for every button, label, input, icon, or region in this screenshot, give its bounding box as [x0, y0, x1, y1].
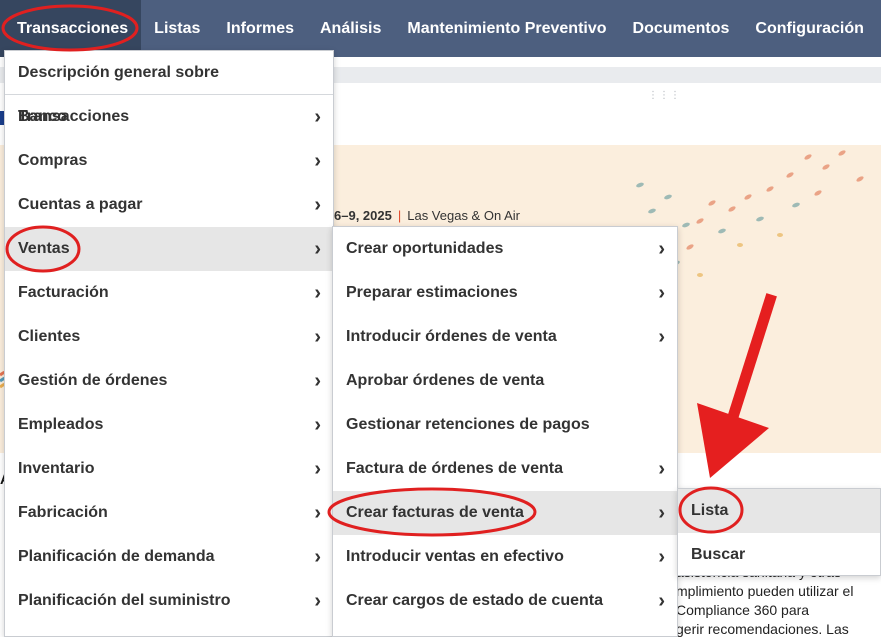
menu-overview-link[interactable]: Descripción general sobre Transacciones	[5, 51, 333, 125]
menu-item-label: Planificación de demanda	[18, 548, 215, 565]
chevron-right-icon: ›	[314, 282, 321, 304]
chevron-right-icon: ›	[314, 194, 321, 216]
menu-item-inventario[interactable]: Inventario ›	[5, 447, 333, 491]
menu-item-label: Inventario	[18, 460, 95, 477]
menu-item-label: Facturación	[18, 284, 109, 301]
menu-item-label: Planificación del suministro	[18, 592, 231, 609]
menu-item-label: Clientes	[18, 328, 81, 345]
menu-item-fabricacion[interactable]: Fabricación ›	[5, 491, 333, 535]
menu-item-aprobar-ordenes-de-venta[interactable]: Aprobar órdenes de venta	[333, 359, 677, 403]
chevron-right-icon: ›	[658, 238, 665, 260]
menu-item-factura-de-ordenes-de-venta[interactable]: Factura de órdenes de venta ›	[333, 447, 677, 491]
menu-item-empleados[interactable]: Empleados ›	[5, 403, 333, 447]
menu-item-crear-oportunidades[interactable]: Crear oportunidades ›	[333, 227, 677, 271]
menu-item-label: Introducir ventas en efectivo	[346, 548, 564, 565]
menu-item-label: Factura de órdenes de venta	[346, 460, 563, 477]
chevron-right-icon: ›	[314, 458, 321, 480]
body-line: Compliance 360 para	[676, 602, 810, 618]
main-navbar: Transacciones Listas Informes Análisis M…	[0, 0, 881, 57]
chevron-right-icon: ›	[314, 370, 321, 392]
menu-item-label: Gestión de órdenes	[18, 372, 168, 389]
menu-item-gestionar-retenciones-de-pagos[interactable]: Gestionar retenciones de pagos	[333, 403, 677, 447]
menu-item-label: Crear facturas de venta	[346, 504, 524, 521]
nav-analisis[interactable]: Análisis	[307, 0, 394, 57]
menu-item-preparar-estimaciones[interactable]: Preparar estimaciones ›	[333, 271, 677, 315]
nav-listas[interactable]: Listas	[141, 0, 213, 57]
menu-item-label: Ventas	[18, 240, 70, 257]
chevron-right-icon: ›	[658, 282, 665, 304]
menu-item-label: Crear oportunidades	[346, 240, 504, 257]
menu-item-label: Introducir órdenes de venta	[346, 328, 557, 345]
ventas-submenu: Crear oportunidades › Preparar estimacion…	[332, 226, 678, 637]
menu-item-planificacion-del-suministro[interactable]: Planificación del suministro ›	[5, 579, 333, 623]
chevron-right-icon: ›	[658, 546, 665, 568]
menu-item-label: Fabricación	[18, 504, 108, 521]
chevron-right-icon: ›	[658, 326, 665, 348]
nav-overflow-item[interactable]: P	[877, 0, 881, 57]
chevron-right-icon: ›	[658, 502, 665, 524]
date-separator: |	[397, 208, 402, 223]
menu-item-label: Compras	[18, 152, 88, 169]
chevron-right-icon: ›	[314, 238, 321, 260]
menu-item-crear-facturas-de-venta[interactable]: Crear facturas de venta ›	[333, 491, 677, 535]
menu-item-introducir-ventas-en-efectivo[interactable]: Introducir ventas en efectivo ›	[333, 535, 677, 579]
body-line: mplimiento pueden utilizar el	[676, 583, 854, 599]
chevron-right-icon: ›	[658, 590, 665, 612]
chevron-right-icon: ›	[314, 414, 321, 436]
chevron-right-icon: ›	[314, 106, 321, 128]
crear-facturas-submenu: Lista Buscar	[677, 488, 881, 576]
menu-item-clientes[interactable]: Clientes ›	[5, 315, 333, 359]
menu-item-lista[interactable]: Lista	[678, 489, 880, 533]
menu-item-ventas[interactable]: Ventas ›	[5, 227, 333, 271]
menu-item-label: Cuentas a pagar	[18, 196, 143, 213]
menu-item-banco[interactable]: Banco ›	[5, 95, 333, 139]
nav-documentos[interactable]: Documentos	[620, 0, 743, 57]
nav-configuracion[interactable]: Configuración	[742, 0, 876, 57]
event-date-line: 6–9, 2025 | Las Vegas & On Air	[334, 208, 520, 223]
chevron-right-icon: ›	[658, 458, 665, 480]
event-date: 6–9, 2025	[334, 208, 392, 223]
transacciones-dropdown-menu: Descripción general sobre Transacciones …	[4, 50, 334, 637]
menu-item-label: Preparar estimaciones	[346, 284, 518, 301]
menu-item-label: Crear cargos de estado de cuenta	[346, 592, 603, 609]
chevron-right-icon: ›	[314, 326, 321, 348]
menu-item-compras[interactable]: Compras ›	[5, 139, 333, 183]
menu-item-crear-cargos-de-estado-de-cuenta[interactable]: Crear cargos de estado de cuenta ›	[333, 579, 677, 623]
menu-item-facturacion[interactable]: Facturación ›	[5, 271, 333, 315]
menu-item-label: Banco	[18, 108, 67, 125]
menu-item-label: Gestionar retenciones de pagos	[346, 416, 590, 433]
menu-item-label: Buscar	[691, 546, 746, 563]
drag-handle-icon[interactable]: ⋮⋮⋮	[648, 90, 681, 101]
chevron-right-icon: ›	[314, 546, 321, 568]
menu-item-label: Lista	[691, 502, 729, 519]
chevron-right-icon: ›	[314, 150, 321, 172]
menu-item-label: Empleados	[18, 416, 104, 433]
chevron-right-icon: ›	[314, 502, 321, 524]
nav-transacciones[interactable]: Transacciones	[0, 0, 142, 57]
chevron-right-icon: ›	[314, 590, 321, 612]
menu-item-introducir-ordenes-de-venta[interactable]: Introducir órdenes de venta ›	[333, 315, 677, 359]
nav-informes[interactable]: Informes	[213, 0, 307, 57]
nav-mantenimiento-preventivo[interactable]: Mantenimiento Preventivo	[394, 0, 619, 57]
menu-item-label: Aprobar órdenes de venta	[346, 372, 545, 389]
menu-item-planificacion-de-demanda[interactable]: Planificación de demanda ›	[5, 535, 333, 579]
menu-item-gestion-de-ordenes[interactable]: Gestión de órdenes ›	[5, 359, 333, 403]
body-line: gerir recomendaciones. Las	[676, 621, 849, 637]
menu-item-buscar[interactable]: Buscar	[678, 533, 880, 577]
menu-item-cuentas-a-pagar[interactable]: Cuentas a pagar ›	[5, 183, 333, 227]
event-location: Las Vegas & On Air	[407, 208, 520, 223]
